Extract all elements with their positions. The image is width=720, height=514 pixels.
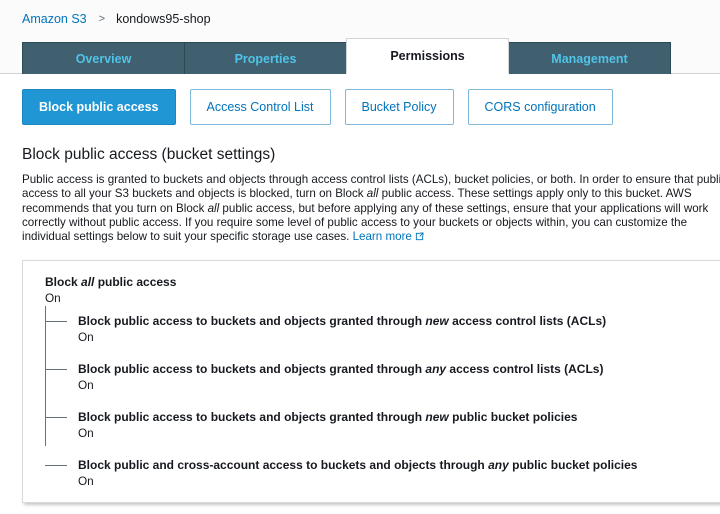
setting-state-value: On bbox=[78, 330, 94, 345]
setting-state-value: On bbox=[78, 378, 94, 393]
setting-label-text-2: public access bbox=[94, 275, 177, 290]
tab-overview[interactable]: Overview bbox=[22, 42, 185, 74]
s3-bucket-permissions-page: Amazon S3 > kondows95-shop Overview Prop… bbox=[0, 0, 720, 514]
breadcrumb-current-bucket: kondows95-shop bbox=[116, 12, 211, 26]
settings-child-list: Block public access to buckets and objec… bbox=[45, 306, 720, 489]
subtab-access-control-list[interactable]: Access Control List bbox=[189, 89, 331, 125]
setting-label-emphasis: new bbox=[425, 410, 449, 425]
learn-more-label: Learn more bbox=[352, 230, 412, 244]
setting-label: Block public access to buckets and objec… bbox=[78, 362, 720, 377]
subtab-bucket-policy[interactable]: Bucket Policy bbox=[344, 89, 454, 125]
setting-block-new-acls[interactable]: Block public access to buckets and objec… bbox=[45, 314, 720, 345]
setting-label-text-1: Block public access to buckets and objec… bbox=[78, 410, 426, 425]
setting-label-emphasis: any bbox=[425, 362, 447, 377]
tab-permissions[interactable]: Permissions bbox=[346, 38, 509, 74]
description-emphasis-1: all bbox=[366, 187, 379, 201]
subtab-cors-configuration[interactable]: CORS configuration bbox=[467, 89, 613, 125]
setting-label-text-2: public bucket policies bbox=[448, 410, 578, 425]
tab-management[interactable]: Management bbox=[508, 42, 671, 74]
setting-state-value: On bbox=[45, 291, 61, 306]
subtab-block-public-access[interactable]: Block public access bbox=[22, 89, 176, 125]
setting-block-new-bucket-policies[interactable]: Block public access to buckets and objec… bbox=[45, 410, 720, 441]
setting-label-text-2: access control lists (ACLs) bbox=[446, 362, 604, 377]
setting-block-any-acls[interactable]: Block public access to buckets and objec… bbox=[45, 362, 720, 393]
settings-tree: Block all public access On Block public … bbox=[23, 261, 720, 489]
breadcrumb-link-amazon-s3[interactable]: Amazon S3 bbox=[22, 12, 87, 26]
tab-properties[interactable]: Properties bbox=[184, 42, 347, 74]
learn-more-link[interactable]: Learn more bbox=[353, 230, 424, 243]
setting-block-cross-account-bucket-policies[interactable]: Block public and cross-account access to… bbox=[45, 458, 720, 489]
setting-label: Block public access to buckets and objec… bbox=[78, 410, 720, 425]
permissions-subtab-group: Block public access Access Control List … bbox=[0, 74, 720, 125]
setting-label-text-2: access control lists (ACLs) bbox=[448, 314, 607, 329]
setting-label-emphasis: new bbox=[425, 314, 449, 329]
external-link-icon bbox=[415, 231, 424, 245]
section-description: Public access is granted to buckets and … bbox=[22, 173, 720, 245]
setting-label-emphasis: all bbox=[81, 275, 95, 290]
setting-block-all-public-access[interactable]: Block all public access On bbox=[45, 275, 720, 306]
setting-label: Block public access to buckets and objec… bbox=[78, 314, 720, 329]
setting-state-value: On bbox=[78, 426, 94, 441]
setting-label-text-1: Block public access to buckets and objec… bbox=[78, 362, 426, 377]
breadcrumb: Amazon S3 > kondows95-shop bbox=[0, 0, 720, 38]
main-tab-strip: Overview Properties Permissions Manageme… bbox=[0, 38, 720, 74]
setting-label-emphasis: any bbox=[488, 458, 509, 473]
permissions-content: Block public access Access Control List … bbox=[0, 74, 720, 514]
setting-label-text-1: Block public access to buckets and objec… bbox=[78, 314, 426, 329]
setting-state-value: On bbox=[78, 474, 94, 489]
setting-label-text-1: Block bbox=[45, 275, 82, 290]
setting-label: Block all public access bbox=[45, 275, 720, 290]
block-public-access-panel: Block all public access On Block public … bbox=[22, 260, 720, 504]
breadcrumb-separator-icon: > bbox=[98, 13, 106, 25]
setting-label-text-1: Block public and cross-account access to… bbox=[78, 458, 489, 473]
page-title: Block public access (bucket settings) bbox=[22, 146, 276, 163]
setting-label: Block public and cross-account access to… bbox=[78, 458, 720, 473]
setting-label-text-2: public bucket policies bbox=[508, 458, 638, 473]
description-emphasis-2: all bbox=[207, 201, 220, 215]
